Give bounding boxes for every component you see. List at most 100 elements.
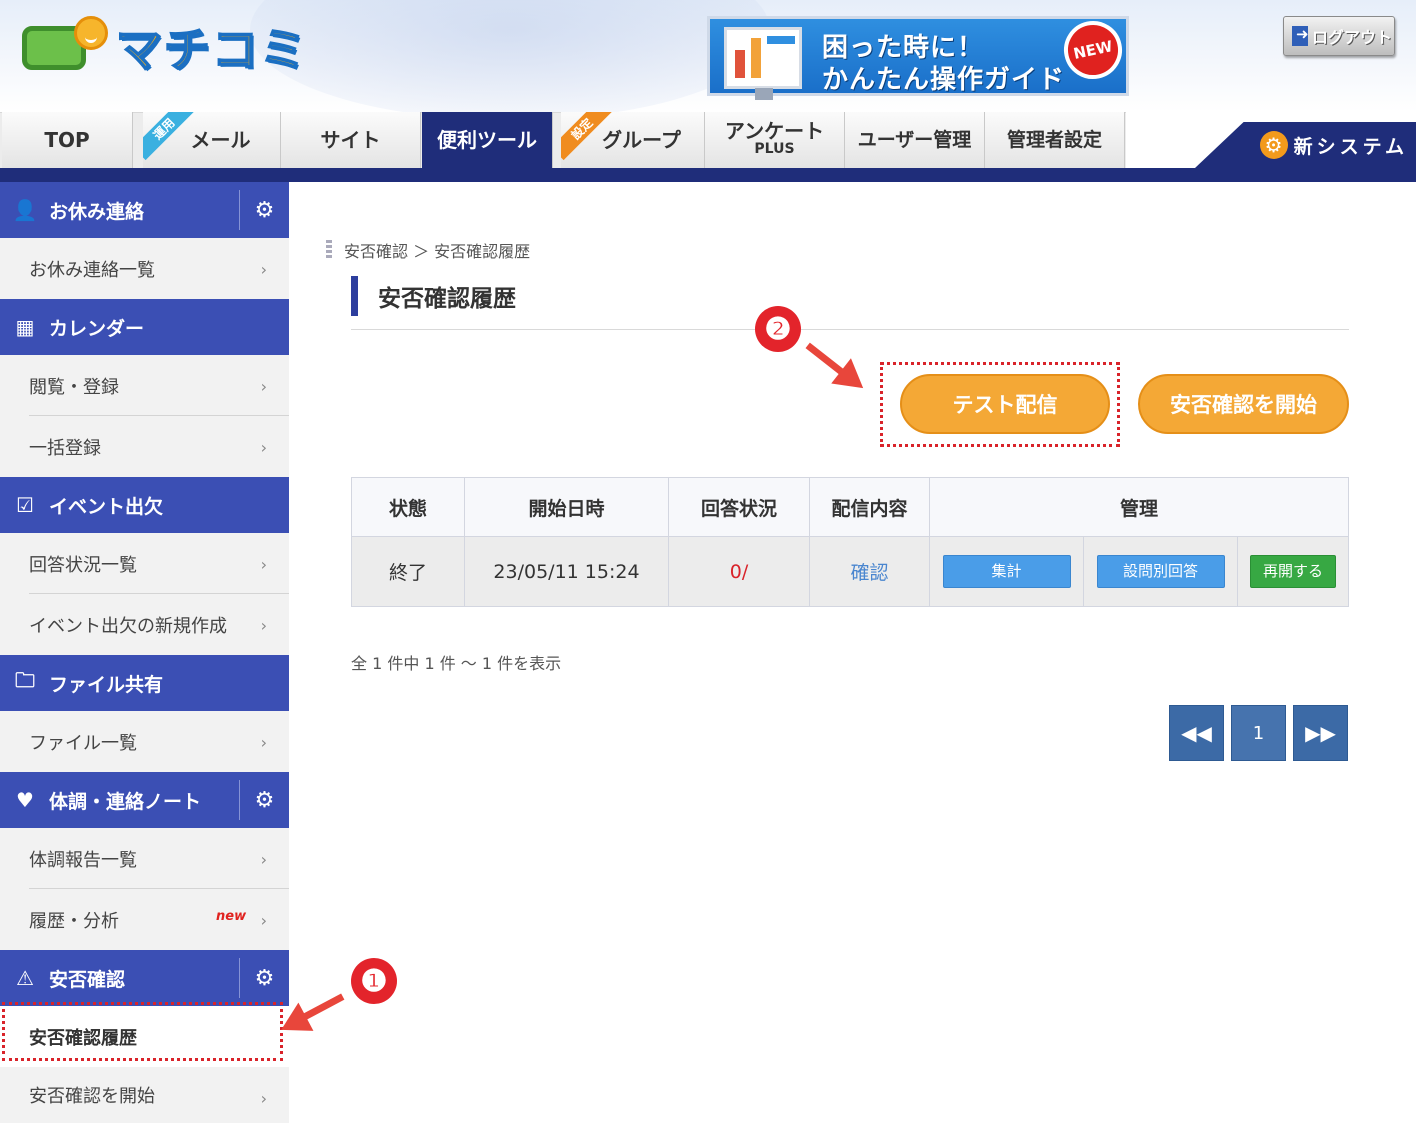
sidebar: 👤 お休み連絡 ⚙ お休み連絡一覧 › ▦ カレンダー 閲覧・登録 › 一括登録… bbox=[0, 182, 289, 1123]
tab-admin[interactable]: 管理者設定 bbox=[985, 112, 1125, 168]
cell-start: 23/05/11 15:24 bbox=[464, 536, 669, 607]
section-label: お休み連絡 bbox=[49, 200, 145, 223]
cell-answer[interactable]: 0/ bbox=[668, 536, 810, 607]
result-count: 全 1 件中 1 件 ～ 1 件を表示 bbox=[351, 654, 562, 673]
tab-label: 便利ツール bbox=[437, 128, 537, 152]
chevron-right-icon: › bbox=[260, 911, 267, 930]
calendar-icon: ▦ bbox=[15, 315, 35, 339]
logout-label: ログアウト bbox=[1312, 28, 1393, 47]
tab-label: アンケート bbox=[724, 119, 825, 143]
folder-icon: 🗀 bbox=[15, 668, 35, 692]
summary-button[interactable]: 集計 bbox=[942, 555, 1071, 588]
confirm-link[interactable]: 確認 bbox=[850, 562, 888, 584]
logo-text: マチコミ bbox=[115, 22, 308, 78]
first-page-button[interactable]: ◀◀ bbox=[1169, 705, 1224, 761]
item-label: 履歴・分析 bbox=[29, 910, 119, 932]
sidebar-item-calendar-bulk[interactable]: 一括登録 › bbox=[0, 416, 289, 477]
step-badge-2: ❷ bbox=[755, 306, 801, 352]
sidebar-item-health-history[interactable]: 履歴・分析 new › bbox=[0, 889, 289, 950]
tab-users[interactable]: ユーザー管理 bbox=[845, 112, 985, 168]
sidebar-section-calendar[interactable]: ▦ カレンダー bbox=[0, 299, 289, 355]
tab-tools[interactable]: 便利ツール bbox=[422, 112, 553, 168]
item-label: イベント出欠の新規作成 bbox=[29, 615, 227, 637]
sidebar-item-absence-list[interactable]: お休み連絡一覧 › bbox=[0, 238, 289, 299]
chevron-right-icon: › bbox=[260, 733, 267, 752]
sidebar-section-safety[interactable]: ⚠ 安否確認 ⚙ bbox=[0, 950, 289, 1006]
monitor-icon bbox=[724, 27, 802, 100]
tab-sublabel: PLUS bbox=[754, 141, 795, 157]
tab-label: ユーザー管理 bbox=[857, 129, 972, 151]
header-decoration bbox=[250, 0, 770, 112]
tab-label: 管理者設定 bbox=[1006, 129, 1102, 151]
item-label: 一括登録 bbox=[29, 437, 101, 459]
item-label: 体調報告一覧 bbox=[29, 849, 137, 871]
logo[interactable]: マチコミ bbox=[22, 14, 308, 80]
arrow-icon bbox=[804, 339, 874, 401]
breadcrumb-text: 安否確認 ＞ 安否確認履歴 bbox=[344, 242, 531, 261]
sidebar-section-health[interactable]: ♥ 体調・連絡ノート ⚙ bbox=[0, 772, 289, 828]
chevron-right-icon: › bbox=[260, 616, 267, 635]
guide-banner[interactable]: 困った時に！ かんたん操作ガイド NEW bbox=[707, 15, 1129, 100]
breadcrumb-marker bbox=[326, 240, 332, 260]
reopen-button[interactable]: 再開する bbox=[1250, 555, 1336, 588]
sidebar-item-event-create[interactable]: イベント出欠の新規作成 › bbox=[0, 594, 289, 655]
page-number-button[interactable]: 1 bbox=[1231, 705, 1286, 761]
table-header-row: 状態 開始日時 回答状況 配信内容 管理 bbox=[351, 477, 1349, 537]
nav-baseline bbox=[0, 168, 1416, 182]
chevron-right-icon: › bbox=[260, 850, 267, 869]
tab-survey[interactable]: アンケート PLUS bbox=[705, 112, 845, 168]
person-icon: 👤 bbox=[12, 198, 38, 222]
sidebar-section-event[interactable]: ☑ イベント出欠 bbox=[0, 477, 289, 533]
col-start: 開始日時 bbox=[464, 477, 669, 537]
chevron-right-icon: › bbox=[260, 438, 267, 457]
chevron-right-icon: › bbox=[260, 260, 267, 279]
new-badge: NEW bbox=[1058, 15, 1128, 85]
table-row: 終了 23/05/11 15:24 0/ 確認 集計 設問別回答 再開する bbox=[351, 536, 1349, 607]
item-label: お休み連絡一覧 bbox=[29, 259, 155, 281]
start-safety-button[interactable]: 安否確認を開始 bbox=[1138, 374, 1349, 434]
section-label: 体調・連絡ノート bbox=[49, 790, 202, 813]
header: マチコミ 困った時に！ かんたん操作ガイド NEW ログアウト bbox=[0, 0, 1416, 112]
cell-action-per-question: 設問別回答 bbox=[1083, 536, 1238, 607]
sidebar-section-files[interactable]: 🗀 ファイル共有 bbox=[0, 655, 289, 711]
new-tag: new bbox=[216, 909, 247, 924]
col-manage: 管理 bbox=[929, 477, 1349, 537]
tab-label: メール bbox=[190, 128, 251, 152]
section-label: イベント出欠 bbox=[49, 495, 164, 518]
logout-icon bbox=[1292, 25, 1309, 46]
cell-content: 確認 bbox=[809, 536, 930, 607]
tab-site[interactable]: サイト bbox=[281, 112, 421, 168]
col-status: 状態 bbox=[351, 477, 465, 537]
tab-ribbon: 運用 bbox=[143, 112, 196, 161]
title-divider bbox=[351, 329, 1349, 330]
item-label: 回答状況一覧 bbox=[29, 554, 137, 576]
section-label: ファイル共有 bbox=[49, 673, 164, 696]
sidebar-item-event-answers[interactable]: 回答状況一覧 › bbox=[0, 533, 289, 594]
tab-label: グループ bbox=[602, 128, 681, 152]
double-chevron-right-icon: ▶▶ bbox=[1305, 721, 1336, 745]
last-page-button[interactable]: ▶▶ bbox=[1293, 705, 1348, 761]
per-question-button[interactable]: 設問別回答 bbox=[1096, 555, 1225, 588]
logo-mark-icon bbox=[22, 16, 108, 78]
sidebar-item-calendar-view[interactable]: 閲覧・登録 › bbox=[0, 355, 289, 416]
history-table: 状態 開始日時 回答状況 配信内容 管理 終了 23/05/11 15:24 0… bbox=[351, 477, 1349, 607]
warning-icon: ⚠ bbox=[16, 966, 34, 990]
heartbeat-icon: ♥ bbox=[16, 788, 34, 812]
sidebar-item-file-list[interactable]: ファイル一覧 › bbox=[0, 711, 289, 772]
cell-action-summary: 集計 bbox=[929, 536, 1084, 607]
settings-gear-icon[interactable]: ⚙ bbox=[239, 780, 289, 820]
tab-mail[interactable]: 運用 メール bbox=[143, 112, 281, 168]
tab-group[interactable]: 設定 グループ bbox=[561, 112, 705, 168]
sidebar-item-health-reports[interactable]: 体調報告一覧 › bbox=[0, 828, 289, 889]
sidebar-section-absence[interactable]: 👤 お休み連絡 ⚙ bbox=[0, 182, 289, 238]
settings-gear-icon[interactable]: ⚙ bbox=[239, 190, 289, 230]
highlight-box-safety-history bbox=[2, 1002, 283, 1061]
new-system-link[interactable]: ⚙ 新システム bbox=[1195, 122, 1416, 168]
chevron-right-icon: › bbox=[260, 1089, 267, 1108]
tab-top[interactable]: TOP bbox=[2, 112, 133, 168]
section-label: 安否確認 bbox=[49, 968, 126, 991]
logout-button[interactable]: ログアウト bbox=[1283, 16, 1395, 56]
settings-gear-icon[interactable]: ⚙ bbox=[239, 958, 289, 998]
col-answer: 回答状況 bbox=[668, 477, 810, 537]
sidebar-item-safety-start[interactable]: 安否確認を開始 › bbox=[0, 1067, 289, 1123]
